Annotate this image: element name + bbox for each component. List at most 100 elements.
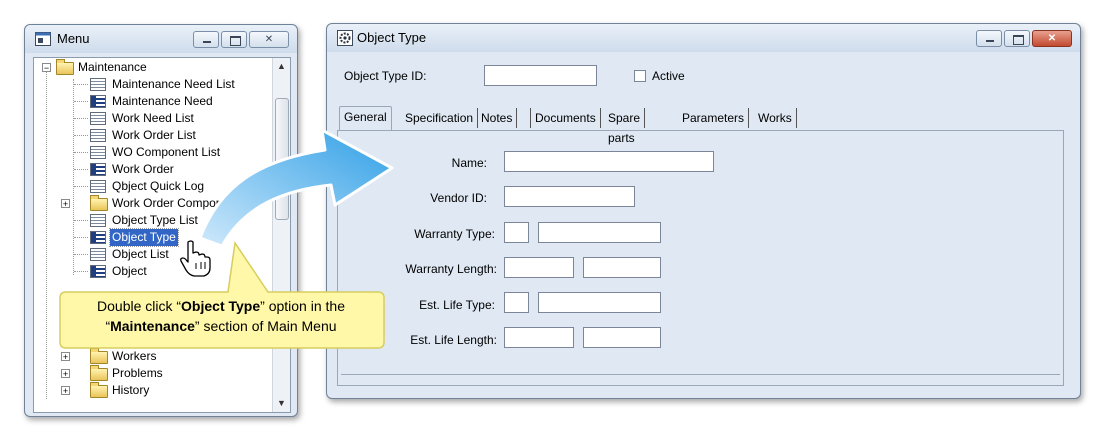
tree-connector <box>46 71 47 399</box>
tree-item-label: Maintenance Need <box>112 94 213 108</box>
expand-icon[interactable]: + <box>61 352 70 362</box>
close-button[interactable]: ✕ <box>249 31 289 48</box>
est-life-length-unit-input[interactable] <box>583 327 661 348</box>
tree-connector <box>74 271 88 272</box>
tree-item-wo-component-list[interactable]: WO Component List <box>72 144 272 161</box>
tree-connector <box>74 135 88 136</box>
scrollbar-thumb[interactable] <box>275 98 289 220</box>
list-icon <box>90 214 106 227</box>
minimize-button[interactable] <box>193 31 219 48</box>
tab-works[interactable]: Works <box>754 108 797 128</box>
name-input[interactable] <box>504 151 714 172</box>
scroll-up-icon[interactable]: ▲ <box>273 58 290 75</box>
menu-tree[interactable]: − Maintenance Maintenance Need List Main… <box>33 57 291 413</box>
tree-item-label: History <box>112 383 150 397</box>
minimize-button[interactable] <box>976 30 1002 47</box>
gear-window-icon <box>337 30 353 46</box>
form-icon <box>90 163 106 176</box>
form-icon <box>90 265 106 278</box>
instruction-callout: Double click “Object Type” option in the… <box>58 288 384 346</box>
tree-connector <box>74 101 88 102</box>
object-type-id-input[interactable] <box>484 65 597 86</box>
expand-icon[interactable]: + <box>61 386 70 396</box>
object-type-window: Object Type ✕ Object Type ID: Active Gen… <box>326 23 1081 399</box>
list-icon <box>90 180 106 193</box>
tree-item-label: Object <box>112 264 147 278</box>
tab-documents[interactable]: Documents <box>530 108 601 128</box>
est-life-length-value-input[interactable] <box>504 327 574 348</box>
warranty-type-code-input[interactable] <box>504 222 529 243</box>
tab-general[interactable]: General <box>339 106 392 131</box>
maximize-button[interactable] <box>221 31 247 48</box>
list-icon <box>90 129 106 142</box>
menu-window-title: Menu <box>57 31 90 46</box>
callout-text: Double click “Object Type” option in the… <box>58 296 384 336</box>
expand-icon[interactable]: + <box>61 369 70 379</box>
callout-text-middle: ” option in the <box>260 298 345 314</box>
active-checkbox[interactable] <box>634 70 646 82</box>
tree-item-object-quick-log[interactable]: Qbject Quick Log <box>72 178 272 195</box>
minimize-icon <box>203 41 211 43</box>
warranty-length-label: Warranty Length: <box>405 262 497 276</box>
form-icon <box>90 231 106 244</box>
open-folder-icon <box>56 59 74 75</box>
collapse-icon[interactable]: − <box>42 63 51 73</box>
callout-text-prefix: Double click “ <box>97 298 182 314</box>
tree-item-maintenance-need[interactable]: Maintenance Need <box>72 93 272 110</box>
tree-item-label: Object Type <box>109 228 179 247</box>
tab-spare-parts[interactable]: Spare parts <box>604 108 646 145</box>
tree-item-work-order[interactable]: Work Order <box>72 161 272 178</box>
tree-item-work-order-components[interactable]: + Work Order Componer <box>60 195 272 212</box>
tree-item-maintenance[interactable]: − Maintenance <box>42 59 272 76</box>
warranty-length-value-input[interactable] <box>504 257 574 278</box>
menu-window: Menu ✕ − Maintenance Maintenance Need Li… <box>24 24 298 417</box>
tab-parameters[interactable]: Parameters <box>678 108 750 128</box>
tab-notes[interactable]: Notes <box>477 108 518 128</box>
tree-item-work-order-list[interactable]: Work Order List <box>72 127 272 144</box>
tree-connector <box>74 169 88 170</box>
menu-window-icon <box>35 32 51 46</box>
tab-specification[interactable]: Specification <box>401 108 479 128</box>
tree-item-work-need-list[interactable]: Work Need List <box>72 110 272 127</box>
tree-item-history[interactable]: + History <box>60 382 272 399</box>
folder-icon <box>90 365 108 381</box>
warranty-type-description-input[interactable] <box>538 222 661 243</box>
scroll-down-icon[interactable]: ▼ <box>273 395 290 412</box>
minimize-icon <box>986 40 994 42</box>
tree-item-maintenance-need-list[interactable]: Maintenance Need List <box>72 76 272 93</box>
tree-connector <box>74 237 88 238</box>
tree-item-workers[interactable]: + Workers <box>60 348 272 365</box>
name-label: Name: <box>451 156 487 170</box>
vendor-id-input[interactable] <box>504 186 635 207</box>
tree-connector <box>74 118 88 119</box>
active-label: Active <box>652 69 685 83</box>
folder-icon <box>90 382 108 398</box>
warranty-type-label: Warranty Type: <box>414 227 495 241</box>
tree-item-label: Problems <box>112 366 163 380</box>
menu-titlebar[interactable]: Menu ✕ <box>25 25 297 53</box>
tree-connector <box>74 254 88 255</box>
folder-icon <box>90 195 108 211</box>
callout-section-name: Maintenance <box>110 318 195 334</box>
tree-connector <box>74 84 88 85</box>
tree-item-object[interactable]: Object <box>72 263 272 280</box>
object-type-titlebar[interactable]: Object Type ✕ <box>327 24 1080 52</box>
est-life-length-label: Est. Life Length: <box>410 333 497 347</box>
maximize-button[interactable] <box>1004 30 1030 47</box>
tree-item-object-type-list[interactable]: Object Type List <box>72 212 272 229</box>
close-button[interactable]: ✕ <box>1032 30 1072 47</box>
tree-item-label: Workers <box>112 349 157 363</box>
tree-item-object-list[interactable]: Object List <box>72 246 272 263</box>
est-life-type-code-input[interactable] <box>504 292 529 313</box>
tree-item-label: Work Order Componer <box>112 196 234 210</box>
warranty-length-unit-input[interactable] <box>583 257 661 278</box>
tree-item-label: Work Need List <box>112 111 194 125</box>
tree-scrollbar[interactable]: ▲ ▼ <box>272 58 290 412</box>
panel-divider <box>341 374 1060 375</box>
est-life-type-description-input[interactable] <box>538 292 661 313</box>
expand-icon[interactable]: + <box>61 199 70 209</box>
tree-item-problems[interactable]: + Problems <box>60 365 272 382</box>
tree-connector <box>74 152 88 153</box>
list-icon <box>90 146 106 159</box>
tree-item-object-type[interactable]: Object Type <box>72 228 272 247</box>
